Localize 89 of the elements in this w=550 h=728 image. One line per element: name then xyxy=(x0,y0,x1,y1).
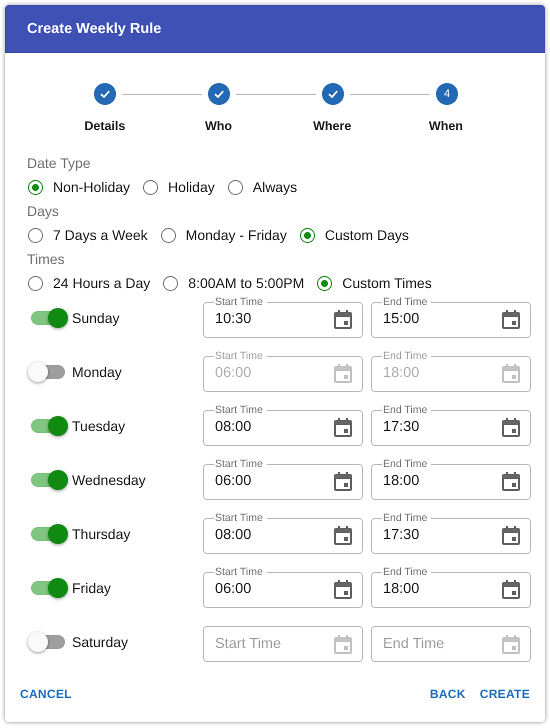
radio-button[interactable] xyxy=(300,228,315,242)
toggle-switch[interactable] xyxy=(31,635,65,649)
time-input[interactable]: 15:00 xyxy=(383,310,483,326)
time-input[interactable]: 08:00 xyxy=(215,418,315,434)
time-input[interactable]: 06:00 xyxy=(215,472,315,488)
time-input[interactable]: 17:30 xyxy=(383,418,483,434)
time-field[interactable]: Start Time 08:00 xyxy=(203,512,363,554)
day-label: Tuesday xyxy=(72,418,126,434)
step-label: Who xyxy=(204,119,232,133)
field-label: End Time xyxy=(383,458,428,470)
calendar-icon[interactable] xyxy=(502,524,520,544)
action-button[interactable]: CREATE xyxy=(472,679,537,709)
dialog-title: Create Weekly Rule xyxy=(27,21,162,37)
day-label: Friday xyxy=(72,580,111,596)
calendar-icon[interactable] xyxy=(334,308,352,328)
radio-option[interactable]: 8:00AM to 5:00PM xyxy=(162,275,304,291)
radio-option[interactable]: Custom Times xyxy=(316,275,432,291)
field-label: Start Time xyxy=(215,404,263,416)
radio-option[interactable]: Monday - Friday xyxy=(160,227,287,243)
check-icon xyxy=(99,88,111,100)
calendar-icon[interactable] xyxy=(502,470,520,490)
field-label: Start Time xyxy=(215,296,263,308)
radio-button[interactable] xyxy=(28,180,43,194)
radio-button[interactable] xyxy=(163,276,178,290)
field-label: End Time xyxy=(383,566,428,578)
radio-button[interactable] xyxy=(28,276,43,290)
toggle-switch[interactable] xyxy=(31,581,65,595)
time-field[interactable]: End Time 15:00 xyxy=(371,296,531,338)
calendar-icon[interactable] xyxy=(502,416,520,436)
time-field[interactable]: Start Time 10:30 xyxy=(203,296,363,338)
group-label: Date Type xyxy=(27,155,91,171)
step-number: 4 xyxy=(444,88,450,100)
time-input[interactable]: 18:00 xyxy=(383,580,483,596)
radio-button[interactable] xyxy=(143,180,158,194)
radio-option[interactable]: 24 Hours a Day xyxy=(27,275,150,291)
field-label: Start Time xyxy=(215,458,263,470)
calendar-icon[interactable] xyxy=(502,308,520,328)
step-label: Where xyxy=(313,119,352,133)
cancel-button[interactable]: CANCEL xyxy=(13,679,79,709)
toggle-switch[interactable] xyxy=(31,473,65,487)
field-label: End Time xyxy=(383,296,428,308)
day-label: Thursday xyxy=(72,526,130,542)
radio-button[interactable] xyxy=(317,276,332,290)
field-label: End Time xyxy=(383,512,428,524)
time-field[interactable]: Start Time 08:00 xyxy=(203,404,363,446)
time-field[interactable]: End Time 18:00 xyxy=(371,566,531,608)
toggle-switch[interactable] xyxy=(31,527,65,541)
day-label: Monday xyxy=(72,364,122,380)
radio-button[interactable] xyxy=(228,180,243,194)
toggle-switch[interactable] xyxy=(31,365,65,379)
field-label: Start Time xyxy=(215,512,263,524)
calendar-icon[interactable] xyxy=(502,578,520,598)
radio-button[interactable] xyxy=(160,228,176,242)
radio-button[interactable] xyxy=(28,228,43,242)
group-label: Times xyxy=(27,251,65,267)
day-label: Sunday xyxy=(72,310,120,326)
step-label: Details xyxy=(84,119,126,133)
field-label: Start Time xyxy=(215,350,263,362)
day-label: Wednesday xyxy=(72,472,146,488)
calendar-icon[interactable] xyxy=(334,416,352,436)
radio-option[interactable]: Non-Holiday xyxy=(27,179,130,195)
time-field[interactable]: Start Time 06:00 xyxy=(203,566,363,608)
field-label: End Time xyxy=(383,350,428,362)
day-label: Saturday xyxy=(72,634,128,650)
radio-option[interactable]: Always xyxy=(226,179,298,195)
toggle-switch[interactable] xyxy=(31,419,65,433)
time-input[interactable]: 10:30 xyxy=(215,310,315,326)
time-field[interactable]: Start Time 06:00 xyxy=(203,458,363,500)
time-input[interactable]: 17:30 xyxy=(383,526,483,542)
time-input[interactable]: 08:00 xyxy=(215,526,315,542)
time-input[interactable]: 06:00 xyxy=(215,580,315,596)
radio-option[interactable]: Custom Days xyxy=(298,227,409,243)
calendar-icon[interactable] xyxy=(334,578,352,598)
calendar-icon[interactable] xyxy=(334,524,352,544)
group-label: Days xyxy=(27,203,59,219)
time-field[interactable]: End Time 17:30 xyxy=(371,512,531,554)
step-label: When xyxy=(428,119,463,133)
time-field[interactable]: End Time 17:30 xyxy=(371,404,531,446)
check-icon xyxy=(213,88,225,100)
field-label: End Time xyxy=(383,404,428,416)
toggle-switch[interactable] xyxy=(31,311,65,325)
calendar-icon[interactable] xyxy=(334,470,352,490)
time-input[interactable]: 18:00 xyxy=(383,472,483,488)
time-field[interactable]: End Time 18:00 xyxy=(371,458,531,500)
action-button[interactable]: BACK xyxy=(422,679,473,709)
check-icon xyxy=(327,88,339,100)
field-label: Start Time xyxy=(215,566,263,578)
radio-option[interactable]: 7 Days a Week xyxy=(27,227,148,243)
radio-option[interactable]: Holiday xyxy=(142,179,215,195)
